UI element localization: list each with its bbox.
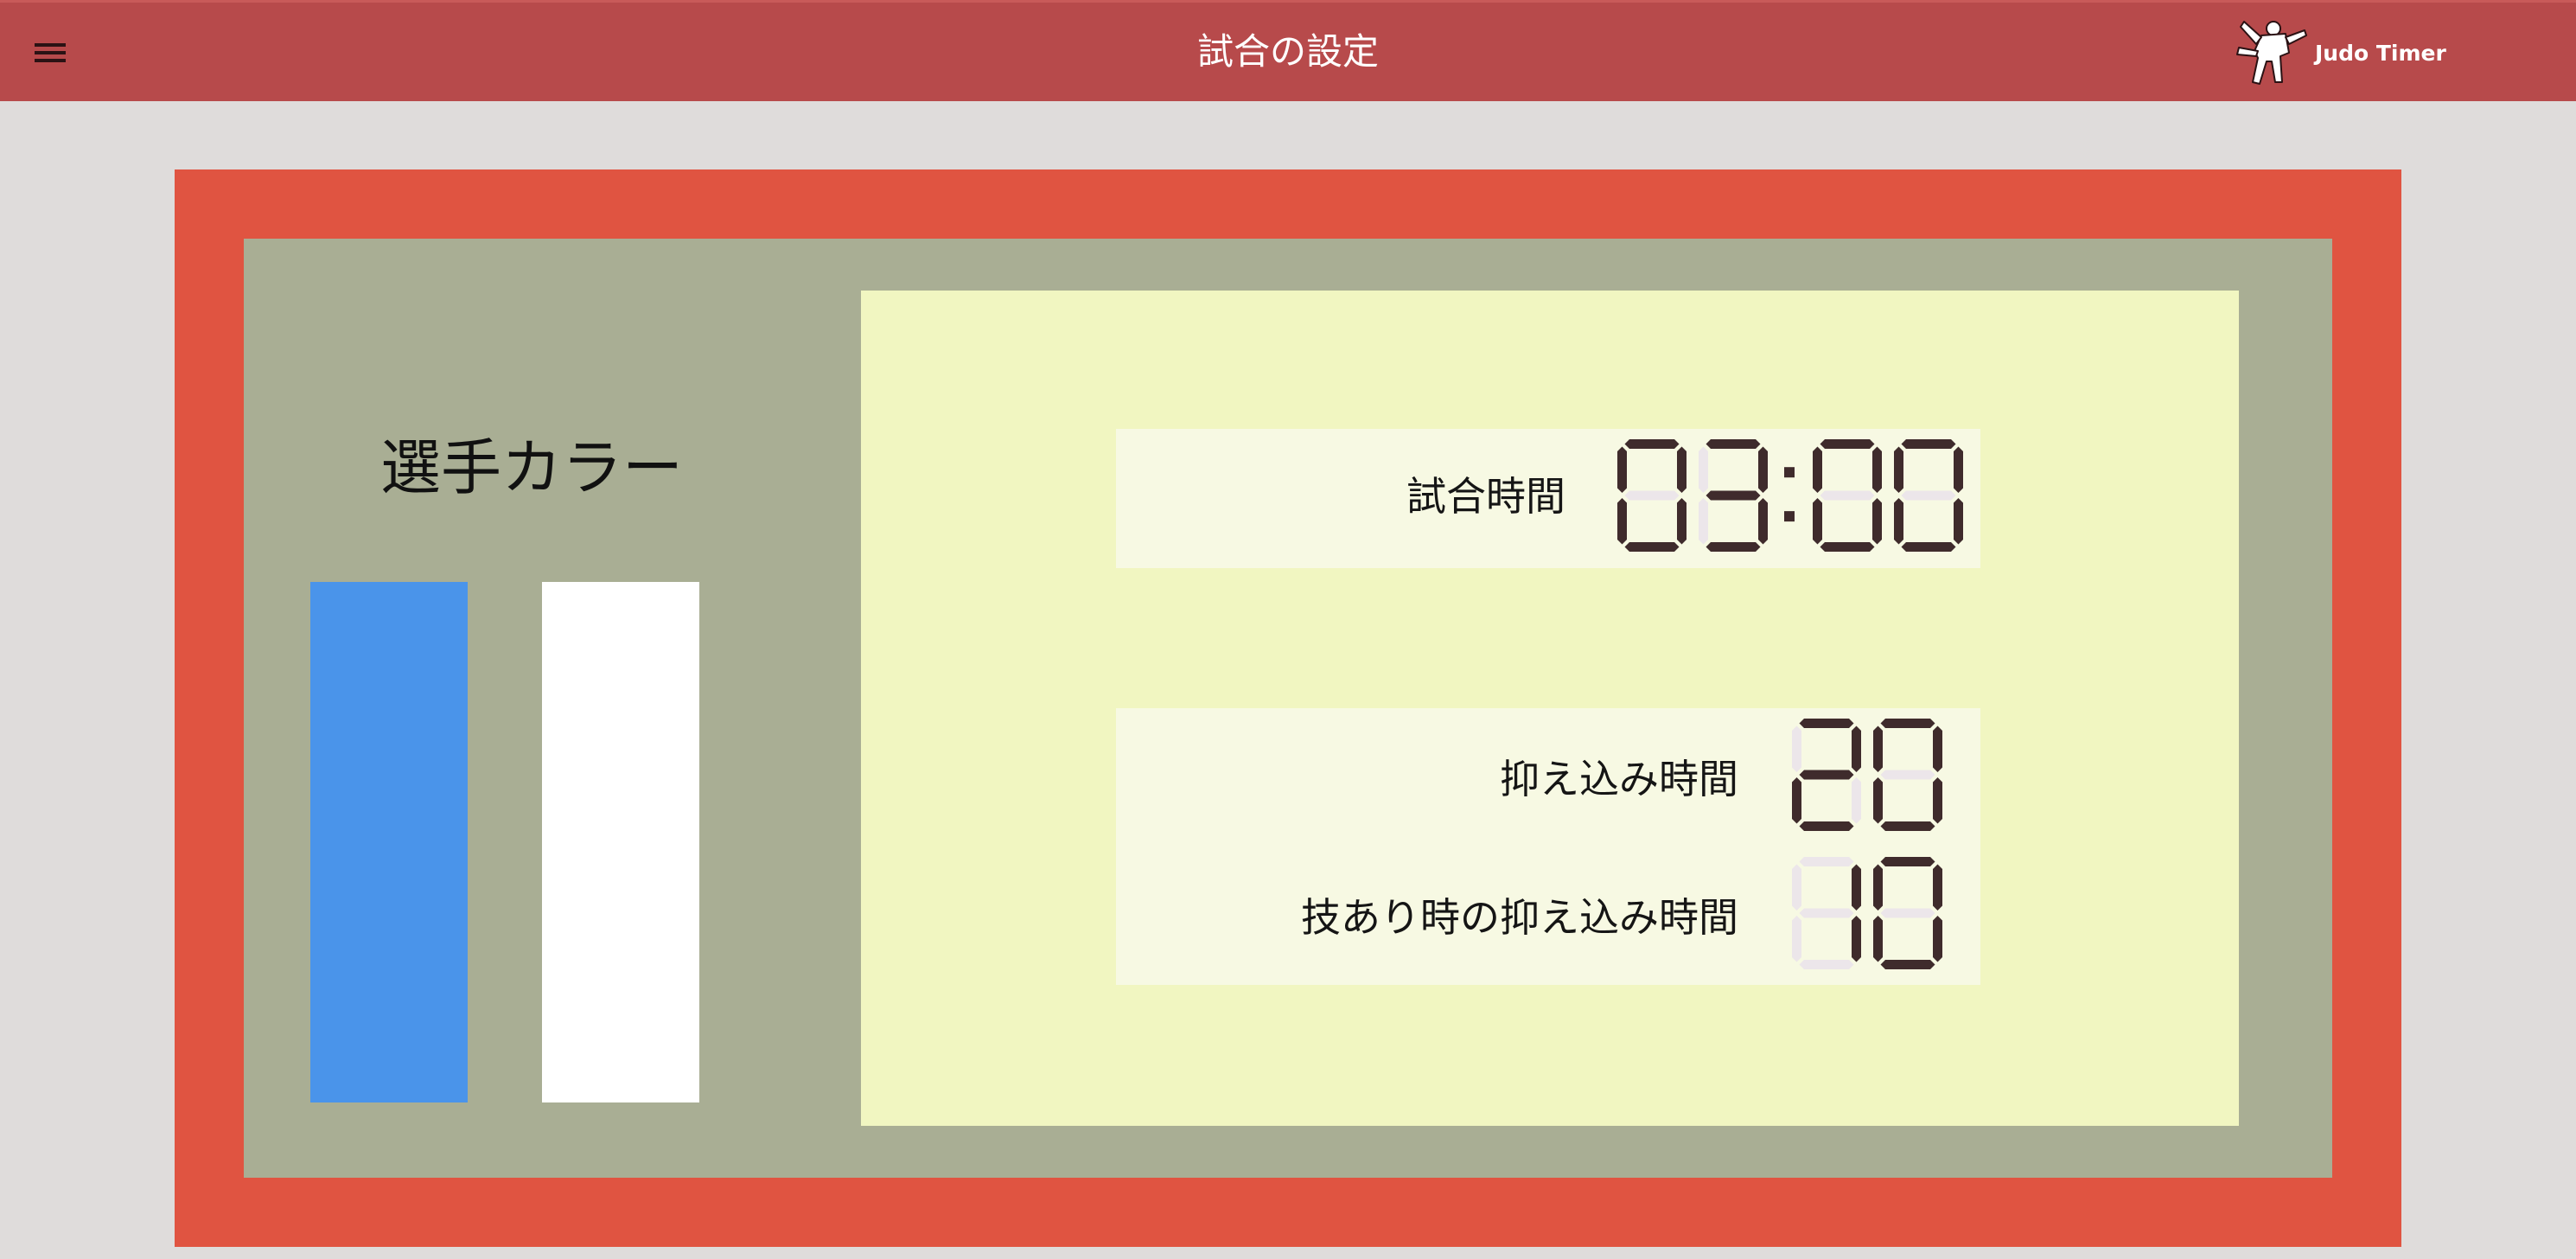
- waza-ari-osaekomi-time-label: 技あり時の抑え込み時間: [1301, 894, 1738, 941]
- digit-segment-c: [1872, 498, 1882, 545]
- digit-segment-f: [1617, 446, 1627, 493]
- digit-segment-e: [1873, 777, 1883, 824]
- digit-segment-d: [1624, 542, 1680, 552]
- digit-segment-f: [1813, 446, 1822, 493]
- digit-segment-e: [1617, 498, 1627, 545]
- digit-segment-b: [1933, 725, 1942, 772]
- digit-segment-e: [1873, 916, 1883, 962]
- digit-segment-g: [1706, 490, 1761, 501]
- logo-text: Judo Timer: [2315, 40, 2446, 66]
- colon-separator: [1784, 467, 1795, 522]
- app-bar: 試合の設定 Judo Timer: [0, 0, 2576, 101]
- seven-segment-digit: [1894, 439, 1963, 552]
- digit-segment-g: [1799, 908, 1854, 918]
- digit-segment-a: [1880, 857, 1935, 866]
- digit-segment-g: [1799, 770, 1854, 780]
- digit-segment-c: [1677, 498, 1687, 545]
- digit-segment-e: [1894, 498, 1903, 545]
- digit-segment-a: [1799, 719, 1854, 728]
- osaekomi-time-label: 抑え込み時間: [1500, 756, 1738, 802]
- white-player-color-swatch[interactable]: [542, 582, 699, 1102]
- digit-segment-d: [1799, 960, 1854, 969]
- seven-segment-digit: [1792, 857, 1861, 969]
- digit-segment-a: [1901, 439, 1956, 449]
- digit-segment-e: [1699, 498, 1708, 545]
- digit-segment-g: [1901, 490, 1956, 501]
- mat-border: 選手カラー 試合時間 抑え込み時間 技あり時の抑え込み時間: [175, 169, 2401, 1247]
- digit-segment-f: [1792, 725, 1801, 772]
- digit-segment-c: [1933, 777, 1942, 824]
- digit-segment-b: [1852, 725, 1861, 772]
- digit-segment-c: [1933, 916, 1942, 962]
- seven-segment-digit: [1873, 719, 1942, 831]
- digit-segment-c: [1954, 498, 1963, 545]
- digit-segment-g: [1624, 490, 1680, 501]
- digit-segment-d: [1880, 821, 1935, 831]
- digit-segment-d: [1799, 821, 1854, 831]
- digit-segment-b: [1954, 446, 1963, 493]
- digit-segment-g: [1820, 490, 1875, 501]
- colon-dot: [1784, 511, 1795, 522]
- digit-segment-f: [1873, 864, 1883, 911]
- player-color-title: 選手カラー: [380, 432, 683, 503]
- digit-segment-g: [1880, 908, 1935, 918]
- seven-segment-digit: [1813, 439, 1882, 552]
- digit-segment-f: [1894, 446, 1903, 493]
- seven-segment-digit: [1873, 857, 1942, 969]
- osaekomi-time-card: 抑え込み時間 技あり時の抑え込み時間: [1116, 708, 1980, 985]
- match-time-card: 試合時間: [1116, 429, 1980, 568]
- digit-segment-a: [1706, 439, 1761, 449]
- digit-segment-b: [1758, 446, 1768, 493]
- digit-segment-b: [1852, 864, 1861, 911]
- digit-segment-c: [1852, 777, 1861, 824]
- mat-inner: 選手カラー 試合時間 抑え込み時間 技あり時の抑え込み時間: [244, 239, 2332, 1178]
- digit-segment-b: [1872, 446, 1882, 493]
- digit-segment-b: [1933, 864, 1942, 911]
- digit-segment-d: [1880, 960, 1935, 969]
- page-title: 試合の設定: [1196, 30, 1379, 73]
- digit-segment-e: [1792, 777, 1801, 824]
- digit-segment-a: [1624, 439, 1680, 449]
- blue-player-color-swatch[interactable]: [310, 582, 468, 1102]
- digit-segment-c: [1852, 916, 1861, 962]
- osaekomi-time-display[interactable]: [1790, 717, 1944, 833]
- app-logo: Judo Timer: [2232, 13, 2446, 93]
- waza-ari-osaekomi-time-display[interactable]: [1790, 855, 1944, 971]
- seven-segment-digit: [1617, 439, 1687, 552]
- digit-segment-a: [1799, 857, 1854, 866]
- digit-segment-a: [1820, 439, 1875, 449]
- match-time-label: 試合時間: [1406, 473, 1565, 520]
- seven-segment-digit: [1792, 719, 1861, 831]
- digit-segment-e: [1792, 916, 1801, 962]
- colon-dot: [1784, 467, 1795, 478]
- timer-settings-panel: 試合時間 抑え込み時間 技あり時の抑え込み時間: [861, 291, 2239, 1126]
- digit-segment-a: [1880, 719, 1935, 728]
- match-time-display[interactable]: [1616, 438, 1965, 553]
- digit-segment-b: [1677, 446, 1687, 493]
- digit-segment-f: [1699, 446, 1708, 493]
- digit-segment-e: [1813, 498, 1822, 545]
- digit-segment-d: [1706, 542, 1761, 552]
- judo-throw-silhouette-icon: [2236, 21, 2307, 85]
- seven-segment-digit: [1699, 439, 1768, 552]
- digit-segment-g: [1880, 770, 1935, 780]
- digit-segment-f: [1792, 864, 1801, 911]
- digit-segment-c: [1758, 498, 1768, 545]
- digit-segment-d: [1901, 542, 1956, 552]
- digit-segment-f: [1873, 725, 1883, 772]
- digit-segment-d: [1820, 542, 1875, 552]
